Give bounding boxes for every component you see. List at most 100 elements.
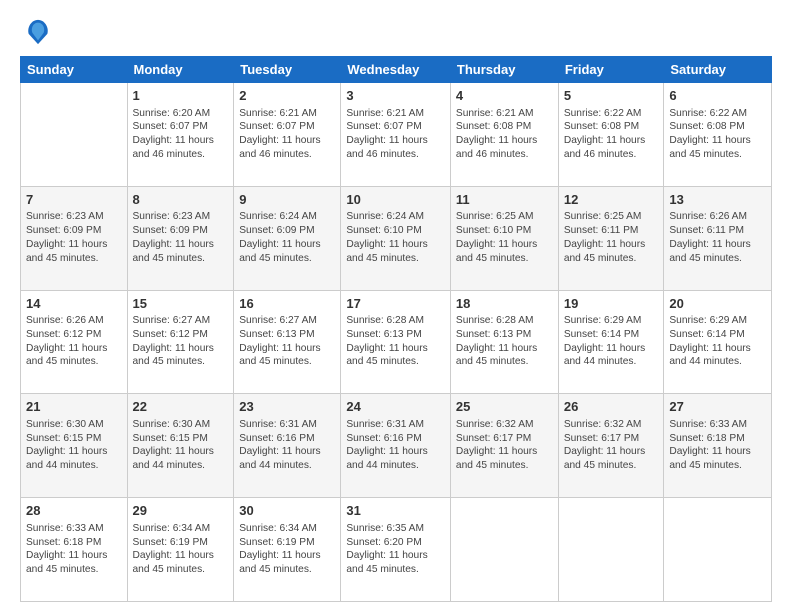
day-number: 12 bbox=[564, 191, 659, 209]
day-number: 21 bbox=[26, 398, 122, 416]
day-info: Sunrise: 6:29 AMSunset: 6:14 PMDaylight:… bbox=[669, 314, 766, 369]
day-info: Sunrise: 6:31 AMSunset: 6:16 PMDaylight:… bbox=[346, 418, 445, 473]
day-cell: 24 Sunrise: 6:31 AMSunset: 6:16 PMDayligh… bbox=[341, 394, 451, 498]
day-cell: 21 Sunrise: 6:30 AMSunset: 6:15 PMDayligh… bbox=[21, 394, 128, 498]
day-cell: 3 Sunrise: 6:21 AMSunset: 6:07 PMDaylight… bbox=[341, 83, 451, 187]
day-info: Sunrise: 6:25 AMSunset: 6:11 PMDaylight:… bbox=[564, 210, 659, 265]
day-cell: 29 Sunrise: 6:34 AMSunset: 6:19 PMDayligh… bbox=[127, 498, 234, 602]
day-number: 24 bbox=[346, 398, 445, 416]
day-cell bbox=[450, 498, 558, 602]
day-number: 2 bbox=[239, 87, 335, 105]
day-cell: 17Sunrise: 6:28 AMSunset: 6:13 PMDayligh… bbox=[341, 290, 451, 394]
day-info: Sunrise: 6:27 AMSunset: 6:12 PMDaylight:… bbox=[133, 314, 229, 369]
day-cell: 30 Sunrise: 6:34 AMSunset: 6:19 PMDayligh… bbox=[234, 498, 341, 602]
day-cell: 5Sunrise: 6:22 AMSunset: 6:08 PMDaylight… bbox=[558, 83, 664, 187]
day-number: 14 bbox=[26, 295, 122, 313]
day-cell: 7Sunrise: 6:23 AMSunset: 6:09 PMDaylight… bbox=[21, 186, 128, 290]
day-number: 27 bbox=[669, 398, 766, 416]
day-number: 29 bbox=[133, 502, 229, 520]
day-cell: 9Sunrise: 6:24 AMSunset: 6:09 PMDaylight… bbox=[234, 186, 341, 290]
day-info: Sunrise: 6:23 AMSunset: 6:09 PMDaylight:… bbox=[26, 210, 122, 265]
day-info: Sunrise: 6:21 AMSunset: 6:08 PMDaylight:… bbox=[456, 107, 553, 162]
day-info: Sunrise: 6:25 AMSunset: 6:10 PMDaylight:… bbox=[456, 210, 553, 265]
day-cell bbox=[558, 498, 664, 602]
day-cell: 31 Sunrise: 6:35 AMSunset: 6:20 PMDayligh… bbox=[341, 498, 451, 602]
weekday-thursday: Thursday bbox=[450, 57, 558, 83]
day-cell: 28 Sunrise: 6:33 AMSunset: 6:18 PMDayligh… bbox=[21, 498, 128, 602]
day-info: Sunrise: 6:26 AMSunset: 6:12 PMDaylight:… bbox=[26, 314, 122, 369]
day-cell bbox=[664, 498, 772, 602]
weekday-monday: Monday bbox=[127, 57, 234, 83]
day-cell: 22Sunrise: 6:30 AMSunset: 6:15 PMDayligh… bbox=[127, 394, 234, 498]
day-cell: 20Sunrise: 6:29 AMSunset: 6:14 PMDayligh… bbox=[664, 290, 772, 394]
day-info: Sunrise: 6:24 AMSunset: 6:09 PMDaylight:… bbox=[239, 210, 335, 265]
day-info: Sunrise: 6:35 AMSunset: 6:20 PMDaylight:… bbox=[346, 522, 445, 577]
day-number: 7 bbox=[26, 191, 122, 209]
day-info: Sunrise: 6:33 AMSunset: 6:18 PMDaylight:… bbox=[669, 418, 766, 473]
day-number: 6 bbox=[669, 87, 766, 105]
weekday-saturday: Saturday bbox=[664, 57, 772, 83]
weekday-tuesday: Tuesday bbox=[234, 57, 341, 83]
day-info: Sunrise: 6:29 AMSunset: 6:14 PMDaylight:… bbox=[564, 314, 659, 369]
day-info: Sunrise: 6:27 AMSunset: 6:13 PMDaylight:… bbox=[239, 314, 335, 369]
calendar-table: SundayMondayTuesdayWednesdayThursdayFrid… bbox=[20, 56, 772, 602]
day-info: Sunrise: 6:21 AMSunset: 6:07 PMDaylight:… bbox=[239, 107, 335, 162]
day-cell: 4 Sunrise: 6:21 AMSunset: 6:08 PMDaylight… bbox=[450, 83, 558, 187]
day-number: 26 bbox=[564, 398, 659, 416]
day-number: 19 bbox=[564, 295, 659, 313]
day-cell bbox=[21, 83, 128, 187]
day-info: Sunrise: 6:33 AMSunset: 6:18 PMDaylight:… bbox=[26, 522, 122, 577]
day-number: 28 bbox=[26, 502, 122, 520]
day-number: 17 bbox=[346, 295, 445, 313]
day-cell: 2 Sunrise: 6:21 AMSunset: 6:07 PMDaylight… bbox=[234, 83, 341, 187]
day-info: Sunrise: 6:24 AMSunset: 6:10 PMDaylight:… bbox=[346, 210, 445, 265]
day-info: Sunrise: 6:32 AMSunset: 6:17 PMDaylight:… bbox=[456, 418, 553, 473]
week-row-4: 28 Sunrise: 6:33 AMSunset: 6:18 PMDayligh… bbox=[21, 498, 772, 602]
day-number: 15 bbox=[133, 295, 229, 313]
day-info: Sunrise: 6:34 AMSunset: 6:19 PMDaylight:… bbox=[133, 522, 229, 577]
day-info: Sunrise: 6:26 AMSunset: 6:11 PMDaylight:… bbox=[669, 210, 766, 265]
day-cell: 12Sunrise: 6:25 AMSunset: 6:11 PMDayligh… bbox=[558, 186, 664, 290]
day-number: 4 bbox=[456, 87, 553, 105]
day-cell: 1Sunrise: 6:20 AMSunset: 6:07 PMDaylight… bbox=[127, 83, 234, 187]
week-row-2: 14Sunrise: 6:26 AMSunset: 6:12 PMDayligh… bbox=[21, 290, 772, 394]
weekday-header-row: SundayMondayTuesdayWednesdayThursdayFrid… bbox=[21, 57, 772, 83]
day-info: Sunrise: 6:30 AMSunset: 6:15 PMDaylight:… bbox=[26, 418, 122, 473]
day-info: Sunrise: 6:32 AMSunset: 6:17 PMDaylight:… bbox=[564, 418, 659, 473]
page: SundayMondayTuesdayWednesdayThursdayFrid… bbox=[0, 0, 792, 612]
day-number: 3 bbox=[346, 87, 445, 105]
day-number: 16 bbox=[239, 295, 335, 313]
week-row-0: 1Sunrise: 6:20 AMSunset: 6:07 PMDaylight… bbox=[21, 83, 772, 187]
day-cell: 25 Sunrise: 6:32 AMSunset: 6:17 PMDayligh… bbox=[450, 394, 558, 498]
weekday-friday: Friday bbox=[558, 57, 664, 83]
day-number: 18 bbox=[456, 295, 553, 313]
weekday-sunday: Sunday bbox=[21, 57, 128, 83]
day-number: 30 bbox=[239, 502, 335, 520]
day-cell: 19Sunrise: 6:29 AMSunset: 6:14 PMDayligh… bbox=[558, 290, 664, 394]
day-info: Sunrise: 6:22 AMSunset: 6:08 PMDaylight:… bbox=[564, 107, 659, 162]
day-cell: 8Sunrise: 6:23 AMSunset: 6:09 PMDaylight… bbox=[127, 186, 234, 290]
day-info: Sunrise: 6:30 AMSunset: 6:15 PMDaylight:… bbox=[133, 418, 229, 473]
day-info: Sunrise: 6:21 AMSunset: 6:07 PMDaylight:… bbox=[346, 107, 445, 162]
day-cell: 13Sunrise: 6:26 AMSunset: 6:11 PMDayligh… bbox=[664, 186, 772, 290]
day-info: Sunrise: 6:31 AMSunset: 6:16 PMDaylight:… bbox=[239, 418, 335, 473]
day-cell: 6Sunrise: 6:22 AMSunset: 6:08 PMDaylight… bbox=[664, 83, 772, 187]
week-row-3: 21 Sunrise: 6:30 AMSunset: 6:15 PMDayligh… bbox=[21, 394, 772, 498]
week-row-1: 7Sunrise: 6:23 AMSunset: 6:09 PMDaylight… bbox=[21, 186, 772, 290]
day-cell: 15Sunrise: 6:27 AMSunset: 6:12 PMDayligh… bbox=[127, 290, 234, 394]
day-info: Sunrise: 6:23 AMSunset: 6:09 PMDaylight:… bbox=[133, 210, 229, 265]
day-number: 10 bbox=[346, 191, 445, 209]
header bbox=[20, 18, 772, 46]
day-number: 25 bbox=[456, 398, 553, 416]
day-number: 23 bbox=[239, 398, 335, 416]
day-number: 31 bbox=[346, 502, 445, 520]
day-cell: 27 Sunrise: 6:33 AMSunset: 6:18 PMDayligh… bbox=[664, 394, 772, 498]
logo-icon bbox=[24, 18, 52, 46]
day-number: 8 bbox=[133, 191, 229, 209]
day-info: Sunrise: 6:28 AMSunset: 6:13 PMDaylight:… bbox=[346, 314, 445, 369]
day-info: Sunrise: 6:34 AMSunset: 6:19 PMDaylight:… bbox=[239, 522, 335, 577]
day-number: 13 bbox=[669, 191, 766, 209]
day-cell: 26 Sunrise: 6:32 AMSunset: 6:17 PMDayligh… bbox=[558, 394, 664, 498]
day-number: 1 bbox=[133, 87, 229, 105]
day-cell: 14Sunrise: 6:26 AMSunset: 6:12 PMDayligh… bbox=[21, 290, 128, 394]
